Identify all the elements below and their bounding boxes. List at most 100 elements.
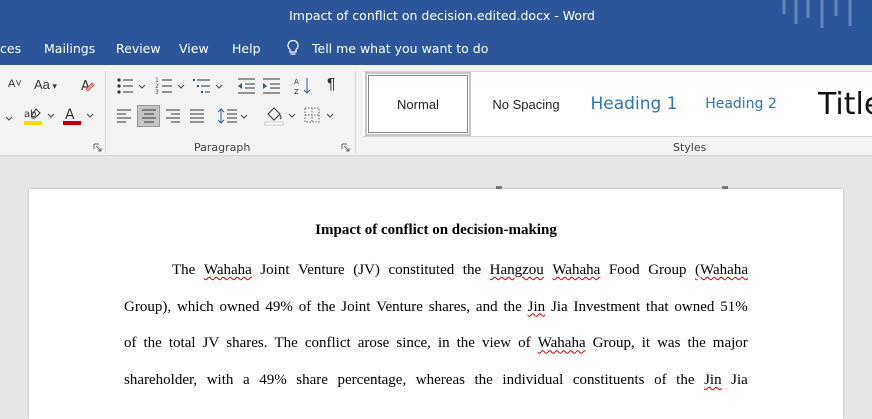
document-title: Impact of conflict on decision-making (315, 222, 557, 238)
svg-text:A: A (65, 107, 75, 123)
word: Food (608, 262, 640, 278)
change-case-label: Aa (34, 77, 50, 92)
word: whereas (415, 372, 465, 389)
tab-references[interactable]: ces (0, 41, 21, 56)
word: view (481, 335, 512, 352)
body-line: of the total JV shares. The conflict arose since… (124, 335, 748, 355)
word: Group (648, 262, 687, 278)
shrink-font-icon[interactable]: A˅ (8, 78, 22, 90)
word: (JV) (353, 262, 380, 278)
style-heading-2[interactable]: Heading 2 (693, 72, 789, 136)
misspelled-word: Jin (704, 372, 722, 389)
word: which (176, 298, 214, 315)
document-page[interactable]: Impact of conflict on decision-making Th… (29, 186, 843, 419)
font-color-icon[interactable]: A (62, 105, 96, 127)
misspelled-word: Wahaha (552, 262, 601, 278)
word: shares. (226, 335, 268, 352)
align-center-button[interactable] (137, 105, 160, 127)
word: individual (502, 372, 564, 389)
style-title[interactable]: Title (818, 72, 872, 136)
word: was (657, 335, 681, 352)
word: 49% (259, 372, 287, 389)
word: JV (202, 335, 220, 352)
word: Group, (592, 335, 635, 352)
ribbon-separator (105, 71, 106, 153)
word: a (242, 372, 250, 389)
styles-group-label: Styles (673, 141, 707, 154)
word: owned (219, 298, 260, 315)
align-center-icon (142, 109, 156, 123)
word: share (296, 372, 328, 389)
bullets-icon[interactable] (116, 77, 148, 95)
word: and (475, 298, 498, 315)
word: percentage, (337, 372, 407, 389)
word: the (143, 335, 162, 352)
word: the (676, 372, 695, 389)
word: total (168, 335, 196, 352)
word: of (298, 298, 312, 315)
word: in (437, 335, 450, 352)
decrease-indent-icon[interactable] (237, 77, 257, 95)
word: major (712, 335, 748, 352)
word: the (462, 262, 482, 278)
word: the (687, 335, 706, 352)
paragraph-dialog-launcher-icon[interactable] (341, 143, 350, 152)
font-dialog-launcher-icon[interactable] (93, 143, 102, 152)
misspelled-word: Wahaha (537, 335, 586, 352)
tab-mailings[interactable]: Mailings (44, 41, 95, 56)
word: Joint (260, 262, 290, 278)
svg-text:3: 3 (155, 89, 159, 95)
word: the (317, 298, 336, 315)
misspelled-word: (Wahaha (695, 262, 748, 278)
clear-formatting-icon[interactable]: A (80, 77, 96, 93)
style-no-spacing[interactable]: No Spacing (475, 72, 577, 136)
word: 51% (720, 298, 748, 315)
align-right-icon[interactable] (165, 109, 181, 123)
font-dropdown-arrow-icon[interactable] (4, 110, 16, 126)
title-bar-pattern-icon (782, 0, 852, 28)
tell-me-search[interactable]: Tell me what you want to do (312, 41, 488, 56)
word: Venture (298, 262, 345, 278)
justify-icon[interactable] (189, 109, 205, 123)
word: Group), (124, 298, 172, 315)
word: The (172, 262, 196, 278)
word: Venture (376, 298, 423, 315)
style-heading-1[interactable]: Heading 1 (583, 72, 685, 136)
align-left-icon[interactable] (116, 109, 132, 123)
svg-text:A: A (294, 78, 299, 86)
title-bar: Impact of conflict on decision.edited.do… (0, 0, 872, 32)
word: the (503, 298, 522, 315)
shading-icon[interactable] (264, 105, 298, 127)
word: that (646, 298, 669, 315)
word: constituted (388, 262, 455, 278)
numbering-icon[interactable]: 123 (155, 77, 187, 95)
line-spacing-icon[interactable] (218, 107, 250, 125)
body-line: shareholder, with a 49% share percentage, wher… (124, 372, 748, 392)
word: 49% (265, 298, 293, 315)
show-formatting-marks-icon[interactable]: ¶ (327, 76, 336, 94)
lightbulb-icon[interactable] (286, 39, 300, 57)
multilevel-list-icon[interactable] (193, 77, 225, 95)
body-line: Group), which owned 49% of the Joint Venture sha… (124, 299, 748, 319)
ribbon: A˅ Aa ▾ A ab A 123 A Z ¶ Paragraph Norma… (0, 65, 872, 156)
increase-indent-icon[interactable] (262, 77, 282, 95)
style-normal[interactable]: Normal (365, 72, 471, 136)
word: it (641, 335, 651, 352)
page-text-fragment (722, 186, 728, 189)
page-text-fragment (496, 186, 502, 189)
borders-icon[interactable] (304, 106, 336, 126)
word: Jia (731, 372, 748, 389)
word: The (274, 335, 298, 352)
misspelled-word: Hangzou (489, 262, 544, 278)
sort-icon[interactable]: A Z (294, 76, 312, 96)
word: conflict (304, 335, 351, 352)
tab-view[interactable]: View (179, 41, 209, 56)
word: Jia (551, 298, 568, 315)
tab-help[interactable]: Help (232, 41, 261, 56)
change-case-button[interactable]: Aa ▾ (34, 77, 57, 92)
word: owned (674, 298, 715, 315)
word: shares, (428, 298, 471, 315)
text-highlight-color-icon[interactable]: ab (23, 105, 57, 127)
styles-gallery: Normal No Spacing Heading 1 Heading 2 Ti… (363, 71, 872, 137)
tab-review[interactable]: Review (116, 41, 161, 56)
